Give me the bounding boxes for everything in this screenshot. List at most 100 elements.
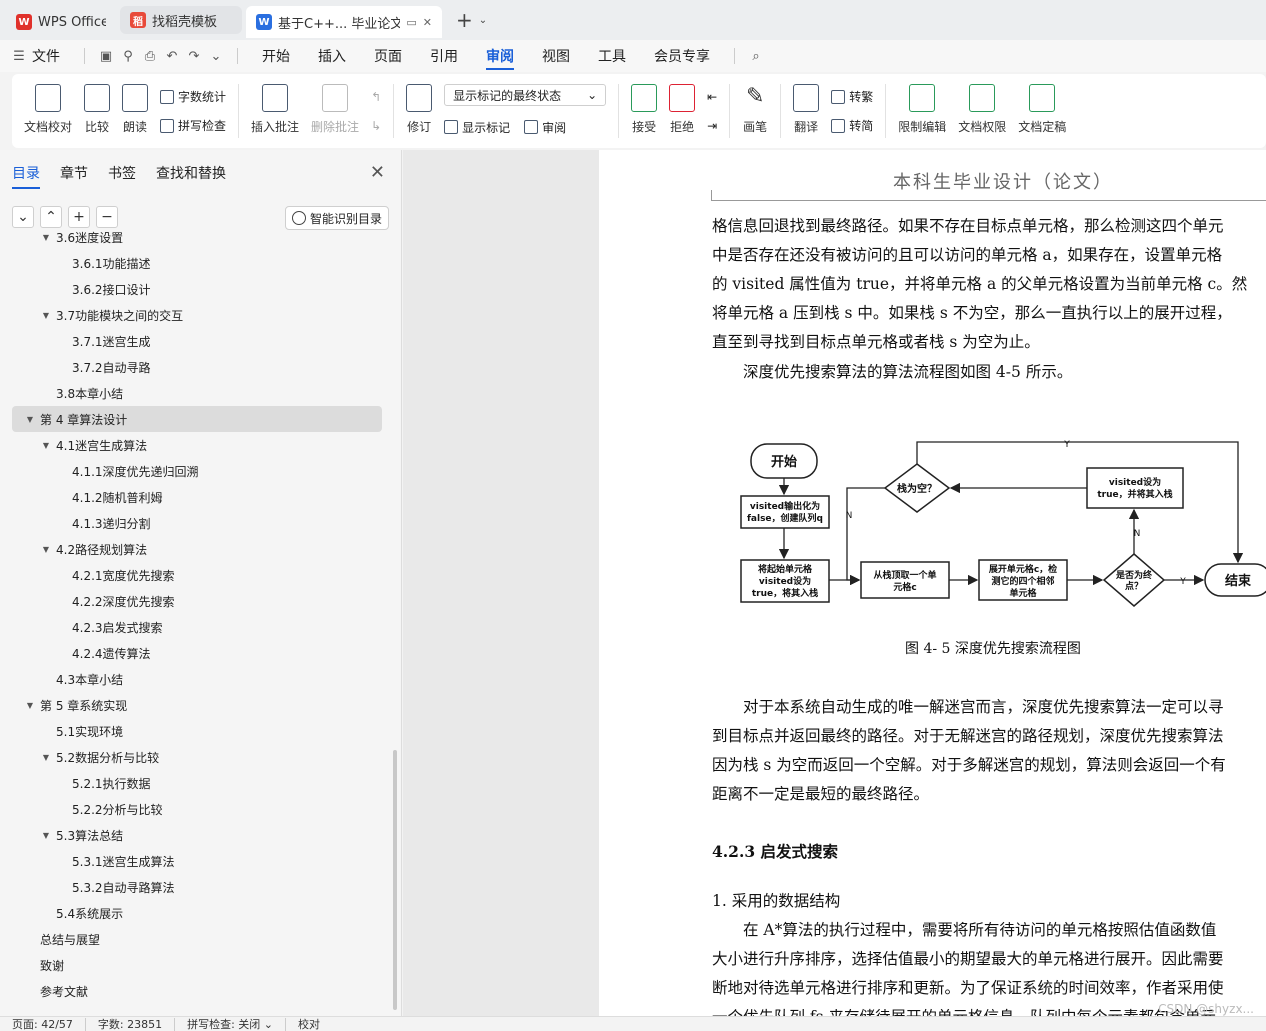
toc-item[interactable]: ▼ 3.7功能模块之间的交互 (0, 302, 394, 328)
expand-triangle-icon[interactable]: ▼ (40, 831, 52, 840)
toc-item-label: 5.3算法总结 (56, 828, 124, 843)
toc-item[interactable]: ▼ 第 5 章系统实现 (0, 692, 394, 718)
share-icon[interactable]: ⚲ (117, 49, 139, 64)
menu-page[interactable]: 页面 (360, 40, 416, 72)
toc-item[interactable]: 4.2.1宽度优先搜索 (0, 562, 394, 588)
flow-set-visited-text: true，并将其入栈 (1097, 488, 1172, 500)
save-icon[interactable]: ▣ (95, 49, 117, 64)
scrollbar[interactable] (393, 750, 397, 1010)
toc-item[interactable]: 4.1.2随机普利姆 (0, 484, 394, 510)
word-count-button[interactable]: 字数统计 (160, 86, 226, 108)
to-traditional-button[interactable]: 转繁 (831, 86, 873, 108)
status-page[interactable]: 页面: 42/57 (0, 1017, 86, 1031)
markup-select[interactable]: 显示标记的最终状态 ⌄ (444, 84, 607, 106)
toc-item[interactable]: ▼ 4.1迷宫生成算法 (0, 432, 394, 458)
toc-item[interactable]: ▼ 4.2路径规划算法 (0, 536, 394, 562)
toc-item-label: 3.7.2自动寻路 (72, 360, 151, 375)
toc-item[interactable]: 总结与展望 (0, 926, 394, 952)
new-tab-icon[interactable]: + (456, 8, 473, 32)
toc-item[interactable]: 3.6.2接口设计 (0, 276, 394, 302)
spell-check-button[interactable]: 拼写检查 (160, 115, 226, 137)
read-aloud-button[interactable]: 朗读 (116, 78, 154, 144)
toc-item[interactable]: 4.2.2深度优先搜索 (0, 588, 394, 614)
toc-item[interactable]: 3.8本章小结 (0, 380, 394, 406)
menu-file[interactable]: 文件 (30, 40, 74, 72)
menu-tools[interactable]: 工具 (584, 40, 640, 72)
menu-start[interactable]: 开始 (248, 40, 304, 72)
toc-item[interactable]: 3.6.1功能描述 (0, 250, 394, 276)
tab-toc[interactable]: 目录 (12, 163, 40, 189)
revise-button[interactable]: 修订 (400, 78, 438, 144)
toc-item[interactable]: 4.1.3递归分割 (0, 510, 394, 536)
toc-item[interactable]: 参考文献 (0, 978, 394, 999)
toc-item[interactable]: ▼ 5.2数据分析与比较 (0, 744, 394, 770)
prev-comment-icon[interactable]: ↰ (371, 86, 381, 108)
accept-button[interactable]: 接受 (625, 78, 663, 144)
toc-item[interactable]: 4.2.4遗传算法 (0, 640, 394, 666)
toc-item[interactable]: 4.2.3启发式搜索 (0, 614, 394, 640)
menu-reference[interactable]: 引用 (416, 40, 472, 72)
menu-review[interactable]: 审阅 (472, 40, 528, 72)
expand-triangle-icon[interactable]: ▼ (40, 545, 52, 554)
delete-comment-button[interactable]: 删除批注 (305, 78, 365, 144)
prev-change-icon[interactable]: ⇤ (707, 86, 717, 108)
status-spell[interactable]: 拼写检查: 关闭 ⌄ (175, 1017, 287, 1031)
doc-finalize-button[interactable]: 文档定稿 (1012, 78, 1072, 144)
tab-wps-home[interactable]: W WPS Office (6, 6, 116, 38)
toc-item[interactable]: 5.2.1执行数据 (0, 770, 394, 796)
show-markup-button[interactable]: 显示标记 (444, 116, 510, 138)
next-change-icon[interactable]: ⇥ (707, 115, 717, 137)
expand-triangle-icon[interactable]: ▼ (40, 233, 52, 242)
undo-icon[interactable]: ↶ (161, 49, 183, 64)
menu-insert[interactable]: 插入 (304, 40, 360, 72)
tab-template[interactable]: 稻 找稻壳模板 (120, 6, 242, 34)
expand-triangle-icon[interactable]: ▼ (40, 441, 52, 450)
reject-button[interactable]: 拒绝 (663, 78, 701, 144)
toc-item[interactable]: ▼ 3.6迷度设置 (0, 224, 394, 250)
tab-document[interactable]: W 基于C++... 毕业论文 ▭ ✕ (246, 6, 442, 38)
status-words[interactable]: 字数: 23851 (86, 1017, 176, 1031)
toc-item[interactable]: ▼ 第 4 章算法设计 (12, 406, 382, 432)
toc-item[interactable]: 4.3本章小结 (0, 666, 394, 692)
restrict-edit-button[interactable]: 限制编辑 (892, 78, 952, 144)
review-pane-button[interactable]: 审阅 (524, 116, 566, 138)
to-simplified-button[interactable]: 转简 (831, 115, 873, 137)
toc-item[interactable]: 致谢 (0, 952, 394, 978)
translate-button[interactable]: 翻译 (787, 78, 825, 144)
tab-bookmarks[interactable]: 书签 (108, 163, 136, 183)
redo-icon[interactable]: ↷ (183, 49, 205, 64)
toc-item[interactable]: 3.7.2自动寻路 (0, 354, 394, 380)
doc-rights-button[interactable]: 文档权限 (952, 78, 1012, 144)
toc-item[interactable]: 5.3.2自动寻路算法 (0, 874, 394, 900)
doc-check-button[interactable]: 文档校对 (18, 78, 78, 144)
toc-item[interactable]: 5.3.1迷宫生成算法 (0, 848, 394, 874)
tab-sections[interactable]: 章节 (60, 163, 88, 183)
insert-comment-button[interactable]: 插入批注 (245, 78, 305, 144)
toc-item[interactable]: ▼ 5.3算法总结 (0, 822, 394, 848)
tab-find-replace[interactable]: 查找和替换 (156, 163, 226, 183)
expand-triangle-icon[interactable]: ▼ (24, 701, 36, 710)
expand-triangle-icon[interactable]: ▼ (24, 415, 36, 424)
print-preview-icon[interactable]: ⎙ (139, 49, 161, 64)
compare-button[interactable]: 比较 (78, 78, 116, 144)
search-icon[interactable]: ⌕ (745, 49, 767, 64)
expand-triangle-icon[interactable]: ▼ (40, 311, 52, 320)
chevron-down-icon[interactable]: ⌄ (205, 49, 227, 64)
hamburger-icon[interactable]: ☰ (8, 49, 30, 64)
toc-item[interactable]: 3.7.1迷宫生成 (0, 328, 394, 354)
status-proof[interactable]: 校对 (286, 1018, 332, 1031)
document-page[interactable]: 本科生毕业设计（论文） 格信息回退找到最终路径。如果不存在目标点单元格，那么检测… (599, 150, 1266, 1016)
close-icon[interactable]: ✕ (370, 162, 385, 183)
chevron-down-icon[interactable]: ⌄ (479, 15, 487, 26)
window-icon[interactable]: ▭ (406, 16, 416, 29)
expand-triangle-icon[interactable]: ▼ (40, 753, 52, 762)
toc-item[interactable]: 4.1.1深度优先递归回溯 (0, 458, 394, 484)
menu-view[interactable]: 视图 (528, 40, 584, 72)
pen-button[interactable]: ✎ 画笔 (736, 78, 774, 144)
toc-item[interactable]: 5.4系统展示 (0, 900, 394, 926)
menu-member[interactable]: 会员专享 (640, 40, 724, 72)
toc-item[interactable]: 5.1实现环境 (0, 718, 394, 744)
next-comment-icon[interactable]: ↳ (371, 115, 381, 137)
toc-item[interactable]: 5.2.2分析与比较 (0, 796, 394, 822)
close-icon[interactable]: ✕ (423, 16, 432, 29)
